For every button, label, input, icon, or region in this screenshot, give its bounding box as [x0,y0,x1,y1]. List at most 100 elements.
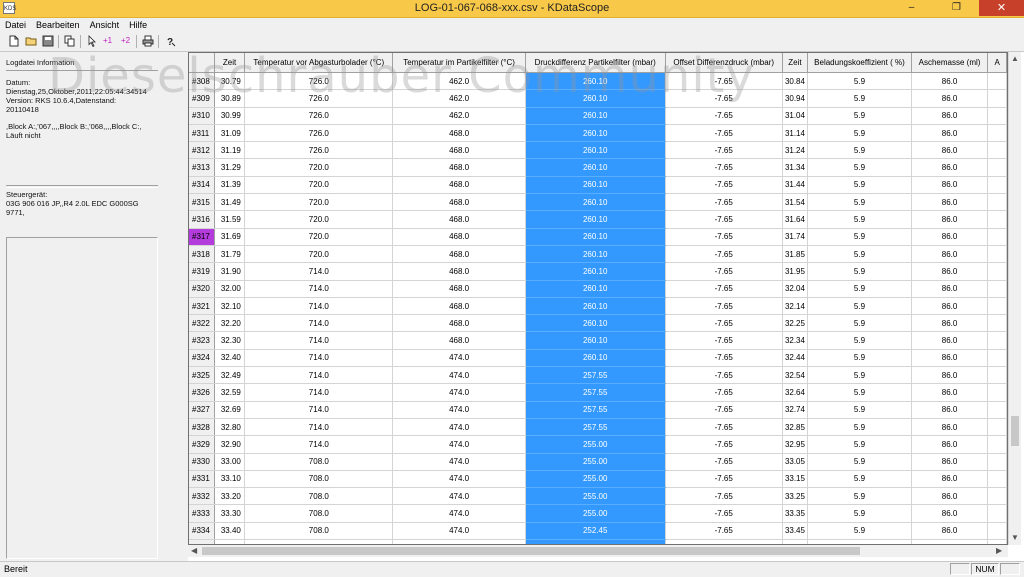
row-header[interactable]: #326 [189,383,215,402]
table-cell[interactable]: 32.49 [214,366,246,385]
table-cell[interactable]: -7.65 [665,89,783,108]
table-cell[interactable]: 5.9 [807,280,912,298]
table-cell[interactable]: 86.0 [911,522,989,541]
table-cell[interactable]: 86.0 [911,210,989,229]
table-cell[interactable]: 86.0 [911,72,989,91]
table-row[interactable]: #325 32.49 714.0 474.0 257.55 -7.65 32.54 5.9 86… [189,366,1007,385]
table-cell[interactable]: 32.10 [214,297,246,316]
table-cell[interactable] [987,107,1007,125]
table-cell[interactable]: 468.0 [392,210,526,229]
table-cell[interactable]: -7.65 [665,141,783,160]
table-cell[interactable]: 474.0 [392,487,526,506]
table-cell[interactable]: 468.0 [392,331,526,350]
table-cell[interactable]: 474.0 [392,401,526,419]
plus-one-icon[interactable]: +1 [101,35,114,47]
table-row[interactable]: #329 32.90 714.0 474.0 255.00 -7.65 32.95 5.9 86… [189,435,1007,454]
table-cell[interactable]: 260.10 [525,89,666,108]
table-cell[interactable]: 30.79 [214,72,246,91]
row-header[interactable]: #329 [189,435,215,454]
table-cell[interactable]: 260.10 [525,228,666,246]
table-cell[interactable]: 32.74 [782,401,809,419]
table-cell[interactable]: 30.99 [214,107,246,125]
zeit2-header[interactable]: Zeit [782,53,809,73]
table-cell[interactable]: 260.10 [525,331,666,350]
table-cell[interactable]: 714.0 [244,331,394,350]
table-cell[interactable]: 5.9 [807,349,912,368]
table-cell[interactable]: 5.9 [807,435,912,454]
table-cell[interactable]: 255.00 [525,453,666,471]
row-header[interactable]: #310 [189,107,215,125]
table-cell[interactable]: 468.0 [392,228,526,246]
table-cell[interactable] [987,262,1007,281]
table-cell[interactable]: -7.65 [665,245,783,264]
table-cell[interactable]: -7.65 [665,453,783,471]
table-cell[interactable]: 726.0 [244,72,394,91]
table-cell[interactable]: 708.0 [244,453,394,471]
table-cell[interactable]: 31.29 [214,158,246,177]
table-cell[interactable]: 31.09 [214,124,246,143]
scroll-left-icon[interactable]: ◀ [191,546,197,556]
table-cell[interactable]: 5.9 [807,228,912,246]
table-cell[interactable]: 720.0 [244,158,394,177]
maximize-button[interactable]: ❐ [934,0,979,16]
table-cell[interactable]: 31.39 [214,176,246,195]
table-cell[interactable]: 86.0 [911,383,989,402]
table-cell[interactable] [987,210,1007,229]
table-cell[interactable]: 260.10 [525,280,666,298]
table-cell[interactable]: 474.0 [392,453,526,471]
table-cell[interactable]: 5.9 [807,453,912,471]
table-cell[interactable] [987,72,1007,91]
aschemasse-header[interactable]: Aschemasse (ml) [911,53,989,73]
table-cell[interactable]: 468.0 [392,280,526,298]
table-cell[interactable] [987,228,1007,246]
table-cell[interactable]: 5.9 [807,401,912,419]
table-cell[interactable]: 720.0 [244,210,394,229]
zeit-header[interactable]: Zeit [214,53,246,73]
table-cell[interactable]: 474.0 [392,522,526,541]
menu-datei[interactable]: Datei [0,18,31,32]
table-cell[interactable]: 5.9 [807,314,912,333]
table-cell[interactable]: 86.0 [911,453,989,471]
table-row[interactable]: #326 32.59 714.0 474.0 257.55 -7.65 32.64 5.9 86… [189,383,1007,402]
table-cell[interactable]: 86.0 [911,280,989,298]
table-cell[interactable]: 33.40 [214,522,246,541]
table-cell[interactable]: 5.9 [807,262,912,281]
table-cell[interactable] [987,297,1007,316]
table-cell[interactable]: 31.54 [782,193,809,212]
table-cell[interactable]: 720.0 [244,193,394,212]
offset-header[interactable]: Offset Differenzdruck (mbar) [665,53,783,73]
table-cell[interactable]: 468.0 [392,262,526,281]
table-cell[interactable] [987,176,1007,195]
table-cell[interactable]: 32.30 [214,331,246,350]
table-cell[interactable]: 474.0 [392,470,526,489]
table-cell[interactable] [987,453,1007,471]
table-row[interactable]: #311 31.09 726.0 468.0 260.10 -7.65 31.14 5.9 86… [189,124,1007,143]
row-header[interactable]: #318 [189,245,215,264]
table-row[interactable]: #309 30.89 726.0 462.0 260.10 -7.65 30.94 5.9 86… [189,89,1007,108]
table-cell[interactable]: 726.0 [244,124,394,143]
table-cell[interactable]: 474.0 [392,383,526,402]
table-cell[interactable]: 260.10 [525,297,666,316]
table-cell[interactable]: 31.90 [214,262,246,281]
table-cell[interactable]: 474.0 [392,349,526,368]
table-cell[interactable]: 86.0 [911,487,989,506]
table-cell[interactable]: 32.54 [782,366,809,385]
help-icon[interactable]: ? [163,35,176,48]
table-cell[interactable]: 714.0 [244,366,394,385]
table-cell[interactable]: 257.55 [525,383,666,402]
temp-filter-header[interactable]: Temperatur im Partikelfilter (°C) [392,53,526,73]
table-cell[interactable] [987,487,1007,506]
table-cell[interactable]: 30.84 [782,72,809,91]
table-cell[interactable]: -7.65 [665,383,783,402]
table-cell[interactable]: 5.9 [807,89,912,108]
open-folder-icon[interactable] [24,35,37,47]
plus-two-icon[interactable]: +2 [119,35,132,47]
table-cell[interactable]: 33.20 [214,487,246,506]
table-cell[interactable]: 5.9 [807,297,912,316]
table-cell[interactable]: 32.90 [214,435,246,454]
pointer-icon[interactable] [85,35,98,48]
menu-hilfe[interactable]: Hilfe [124,18,152,32]
table-cell[interactable]: -7.65 [665,158,783,177]
table-cell[interactable]: 32.69 [214,401,246,419]
table-cell[interactable]: 260.10 [525,349,666,368]
